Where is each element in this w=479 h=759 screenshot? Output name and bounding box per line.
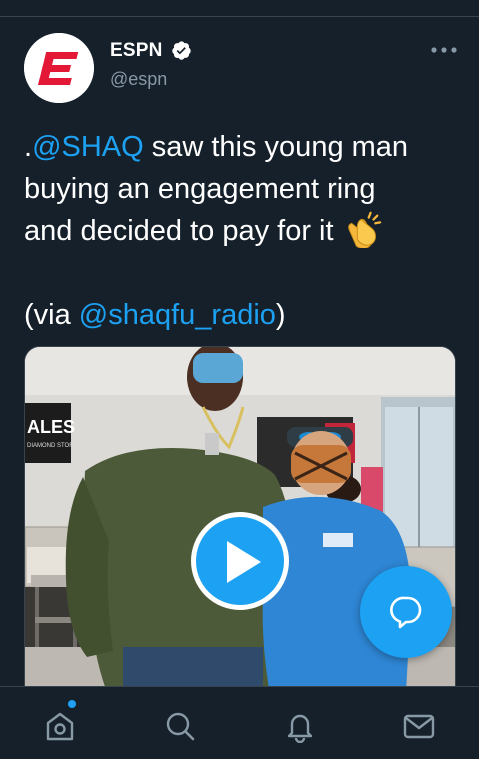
author-handle[interactable]: @espn [110,69,167,90]
messages-icon[interactable] [402,709,436,743]
author-name[interactable]: ESPN [110,40,163,62]
tweet-text: .@SHAQ saw this young man buying an enga… [24,126,464,336]
bottom-navigation [0,686,479,759]
tweet-line: .@SHAQ saw this young man [24,126,464,168]
mention-link[interactable]: @shaqfu_radio [79,299,276,331]
more-options-icon[interactable] [430,44,458,56]
search-icon[interactable] [163,709,197,743]
author-avatar[interactable] [24,33,94,103]
reply-icon [390,596,422,629]
tweet-line-1-text: saw this young man [143,131,409,163]
compose-reply-button[interactable] [360,566,452,658]
tweet-line-3-text: and decided to pay for it [24,215,334,247]
notifications-icon[interactable] [283,709,317,743]
clapping-hands-emoji [347,211,381,248]
via-close: ) [275,299,286,331]
play-button[interactable] [191,512,289,610]
tweet-line: (via @shaqfu_radio) [24,294,464,336]
espn-logo-icon [24,33,94,103]
via-open: (via [24,299,79,331]
mention-link[interactable]: @SHAQ [32,131,144,163]
home-icon[interactable] [43,709,77,743]
store-sign-sub: DIAMOND STORE [27,443,78,449]
verified-badge-icon [172,41,191,60]
store-sign: ALES [27,417,75,437]
tweet-line: and decided to pay for it [24,210,464,252]
top-divider [0,16,479,17]
play-icon [227,541,261,583]
tweet-lead: . [24,131,33,163]
new-content-indicator [68,700,76,708]
tweet-line: buying an engagement ring [24,173,376,205]
tweet-detail-screen: ESPN @espn .@SHAQ saw this young man buy… [0,0,479,759]
